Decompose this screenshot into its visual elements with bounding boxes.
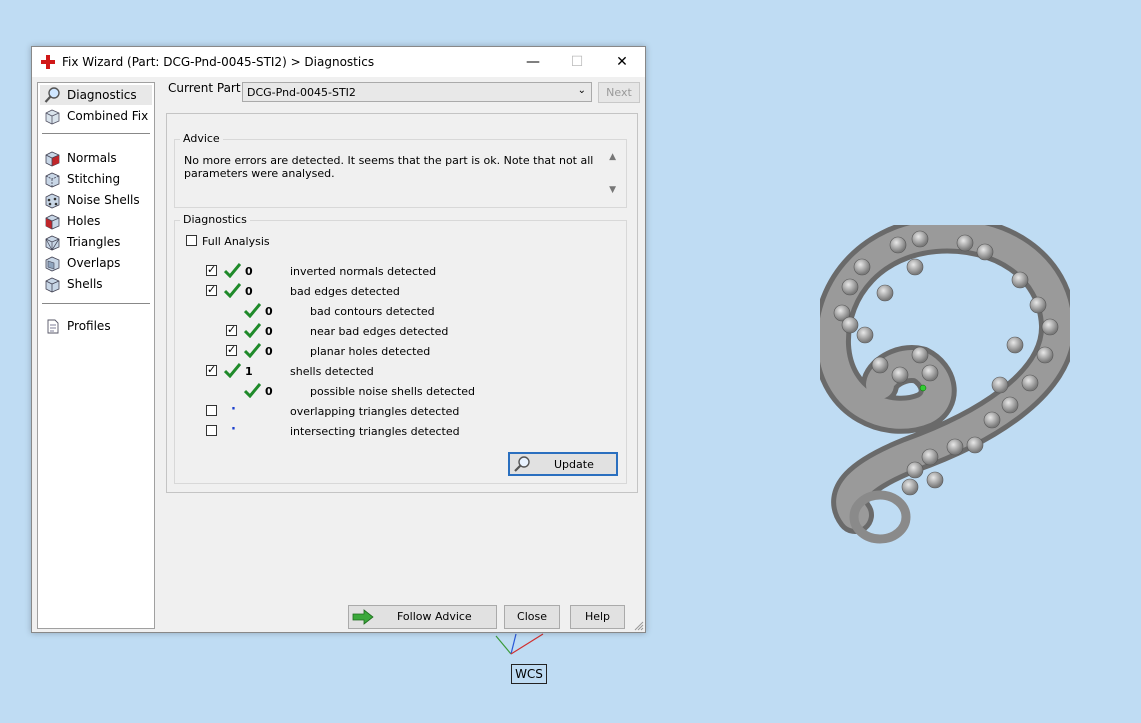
- nav-item-normals[interactable]: Normals: [40, 148, 152, 168]
- green-check-icon: [224, 283, 241, 298]
- minimize-button[interactable]: —: [510, 47, 556, 77]
- cube-holes-icon: [45, 214, 60, 230]
- chevron-down-icon: ⌄: [577, 85, 586, 96]
- wcs-axes-icon: [495, 633, 544, 655]
- advice-group: Advice No more errors are detected. It s…: [174, 132, 627, 208]
- nav-label: Noise Shells: [67, 193, 140, 207]
- cube-shells-icon: [45, 277, 60, 293]
- green-check-icon: [244, 303, 261, 318]
- row-label: overlapping triangles detected: [290, 405, 460, 418]
- row-checkbox[interactable]: [206, 283, 217, 296]
- close-window-button[interactable]: ✕: [599, 47, 645, 77]
- row-label: bad contours detected: [310, 305, 435, 318]
- row-count: 0: [265, 345, 273, 358]
- current-part-value: DCG-Pnd-0045-STI2: [247, 86, 356, 99]
- nav-item-noise-shells[interactable]: Noise Shells: [40, 190, 152, 210]
- advice-title: Advice: [180, 132, 223, 145]
- nav-item-diagnostics[interactable]: Diagnostics: [40, 85, 152, 105]
- update-label: Update: [554, 458, 594, 471]
- row-label: inverted normals detected: [290, 265, 437, 278]
- row-count: 0: [265, 385, 273, 398]
- fix-wizard-dialog: Fix Wizard (Part: DCG-Pnd-0045-STI2) > D…: [31, 46, 646, 633]
- row-count: 0: [265, 305, 273, 318]
- row-label: shells detected: [290, 365, 374, 378]
- nav-item-stitching[interactable]: Stitching: [40, 169, 152, 189]
- green-check-icon: [244, 323, 261, 338]
- close-button[interactable]: Close: [504, 605, 560, 629]
- row-label: possible noise shells detected: [310, 385, 476, 398]
- not-run-dot-icon: ·: [231, 402, 236, 417]
- title-bar[interactable]: Fix Wizard (Part: DCG-Pnd-0045-STI2) > D…: [32, 47, 645, 77]
- nav-label: Diagnostics: [67, 88, 137, 102]
- row-count: 0: [245, 285, 253, 298]
- row-checkbox[interactable]: [206, 263, 217, 276]
- window-title: Fix Wizard (Part: DCG-Pnd-0045-STI2) > D…: [62, 55, 375, 69]
- update-button[interactable]: Update: [508, 452, 618, 476]
- magnifier-icon: [44, 87, 60, 103]
- not-run-dot-icon: ·: [231, 422, 236, 437]
- row-count: 0: [265, 325, 273, 338]
- row-label: planar holes detected: [310, 345, 431, 358]
- row-label: intersecting triangles detected: [290, 425, 460, 438]
- full-analysis-checkbox[interactable]: [186, 235, 197, 246]
- cube-triangles-icon: [45, 235, 60, 251]
- row-checkbox[interactable]: [226, 343, 237, 356]
- row-checkbox[interactable]: [226, 323, 237, 336]
- nav-item-holes[interactable]: Holes: [40, 211, 152, 231]
- green-check-icon: [244, 383, 261, 398]
- nav-label: Holes: [67, 214, 101, 228]
- row-count: 1: [245, 365, 253, 378]
- wizard-nav: Diagnostics Combined Fix Normals Stitchi…: [37, 82, 155, 629]
- nav-label: Shells: [67, 277, 103, 291]
- row-label: near bad edges detected: [310, 325, 449, 338]
- current-part-label: Current Part:: [168, 81, 245, 95]
- green-check-icon: [224, 363, 241, 378]
- cube-overlaps-icon: [45, 256, 60, 272]
- green-check-icon: [224, 263, 241, 278]
- cube-noise-icon: [45, 193, 60, 209]
- nav-item-shells[interactable]: Shells: [40, 274, 152, 294]
- nav-label: Triangles: [67, 235, 121, 249]
- row-count: 0: [245, 265, 253, 278]
- full-analysis-label: Full Analysis: [202, 235, 270, 248]
- nav-item-profiles[interactable]: Profiles: [40, 316, 152, 336]
- nav-label: Normals: [67, 151, 117, 165]
- green-check-icon: [244, 343, 261, 358]
- magnifier-icon: [514, 456, 530, 472]
- next-button[interactable]: Next: [598, 82, 640, 103]
- nav-label: Combined Fix: [67, 109, 149, 123]
- diagnostics-title: Diagnostics: [180, 213, 250, 226]
- nav-label: Stitching: [67, 172, 121, 186]
- red-cross-icon: [41, 55, 55, 69]
- nav-label: Overlaps: [67, 256, 121, 270]
- advice-text: No more errors are detected. It seems th…: [184, 154, 594, 180]
- row-checkbox[interactable]: [206, 363, 217, 376]
- follow-advice-button[interactable]: Follow Advice: [348, 605, 497, 629]
- row-label: bad edges detected: [290, 285, 400, 298]
- follow-advice-label: Follow Advice: [397, 610, 472, 623]
- cube-normals-icon: [45, 151, 60, 167]
- cube-stitching-icon: [45, 172, 60, 188]
- nav-item-combined-fix[interactable]: Combined Fix: [40, 106, 152, 126]
- current-part-select[interactable]: DCG-Pnd-0045-STI2 ⌄: [242, 82, 592, 102]
- cube-icon: [45, 109, 60, 125]
- nav-item-triangles[interactable]: Triangles: [40, 232, 152, 252]
- row-checkbox[interactable]: [206, 425, 217, 436]
- document-icon: [47, 319, 59, 334]
- nav-item-overlaps[interactable]: Overlaps: [40, 253, 152, 273]
- help-button[interactable]: Help: [570, 605, 625, 629]
- nav-divider: [42, 133, 150, 134]
- nav-divider: [42, 303, 150, 304]
- part-3d-model[interactable]: [820, 225, 1070, 565]
- green-arrow-icon: [352, 609, 374, 625]
- scroll-up-icon[interactable]: ▲: [609, 152, 616, 162]
- resize-grip-icon[interactable]: [634, 621, 644, 631]
- row-checkbox[interactable]: [206, 405, 217, 416]
- maximize-button[interactable]: ☐: [554, 47, 600, 77]
- wcs-label: WCS: [511, 664, 547, 684]
- scroll-down-icon[interactable]: ▼: [609, 185, 616, 195]
- nav-label: Profiles: [67, 319, 111, 333]
